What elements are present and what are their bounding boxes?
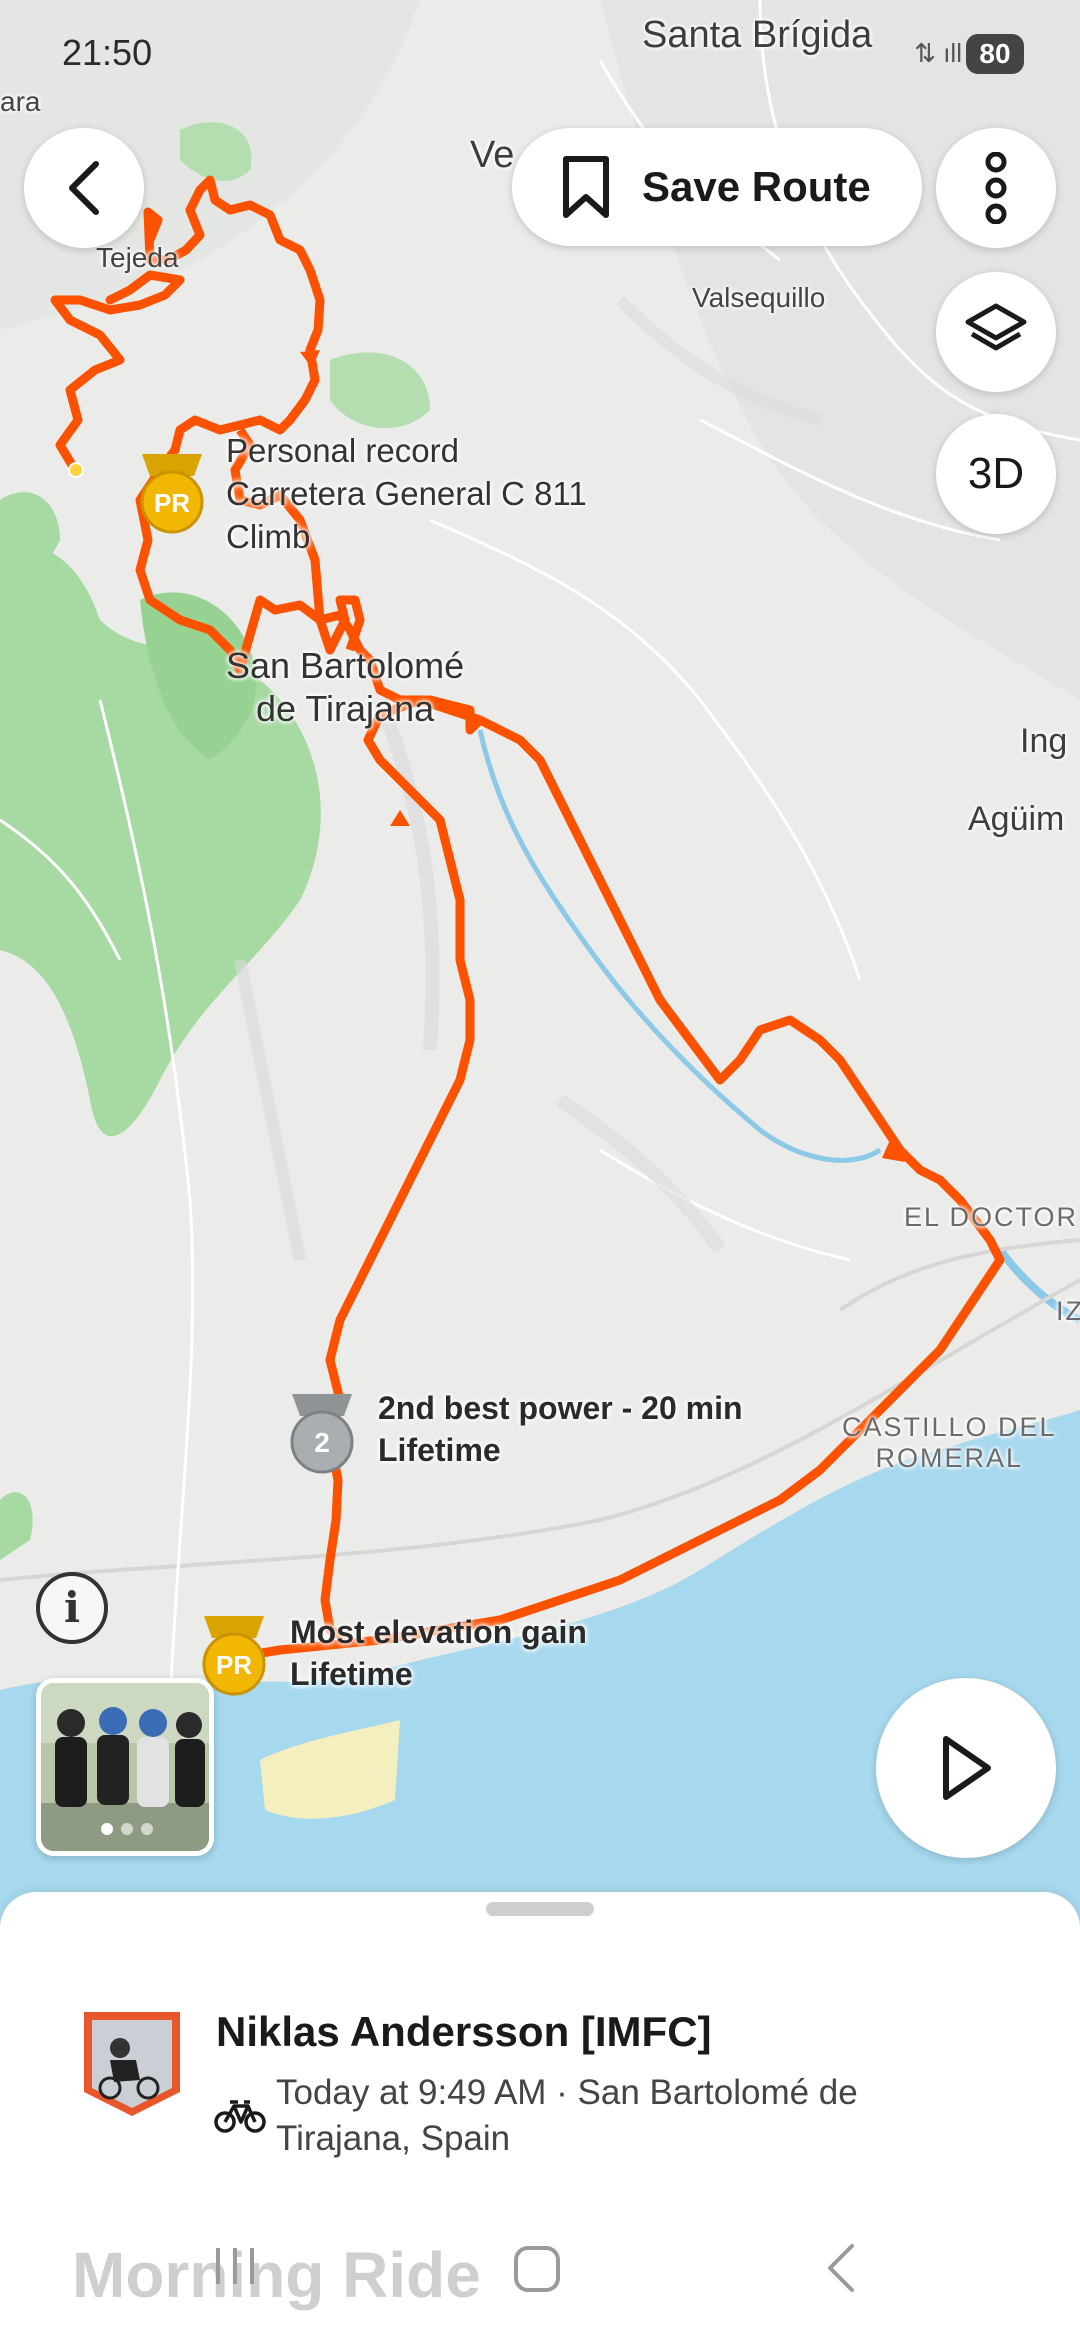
bookmark-icon (563, 156, 609, 218)
achievement-detail: Lifetime (378, 1431, 501, 1468)
layers-icon (965, 303, 1027, 351)
achievement-pr-climb: Personal record Carretera General C 811 … (226, 430, 587, 559)
place-el-doctoral: EL DOCTOR (904, 1202, 1079, 1232)
athlete-avatar[interactable] (80, 2008, 184, 2120)
save-route-label: Save Route (642, 163, 871, 210)
3d-label: 3D (967, 449, 1025, 498)
achievement-title: 2nd best power - 20 min (378, 1390, 743, 1426)
status-time: 21:50 (62, 32, 153, 73)
more-options-button[interactable] (936, 128, 1056, 248)
map-layers-button[interactable] (936, 272, 1056, 392)
pager-dot (141, 1823, 153, 1835)
play-flyover-button[interactable] (876, 1678, 1056, 1858)
pr-medal-icon[interactable]: PR (134, 450, 210, 536)
more-vertical-icon (985, 152, 1007, 224)
pager-dot (101, 1823, 113, 1835)
3d-view-button[interactable]: 3D (936, 414, 1056, 534)
place-ing: Ing (1020, 722, 1068, 760)
signal-icon: ⇅ ıll (914, 38, 962, 68)
athlete-name[interactable]: Niklas Andersson [IMFC] (216, 2008, 712, 2056)
recent-apps-icon[interactable] (210, 2244, 260, 2288)
place-valsequillo: Valsequillo (692, 282, 826, 313)
info-icon[interactable]: i (36, 1572, 108, 1644)
achievement-title: Most elevation gain (290, 1614, 587, 1650)
place-castillo-del-romeral: CASTILLO DEL ROMERAL (842, 1412, 1057, 1473)
pager-dot (121, 1823, 133, 1835)
second-place-medal-icon[interactable]: 2 (284, 1390, 360, 1476)
second-badge-text: 2 (314, 1427, 330, 1458)
back-button[interactable] (24, 128, 144, 248)
route-map[interactable]: Santa Brígida ara Ve Tejeda Valsequillo … (0, 0, 1080, 1960)
battery-icon: 80 (966, 34, 1024, 74)
pr-badge-text: PR (216, 1650, 252, 1680)
place-iz: IZ (1056, 1296, 1080, 1326)
save-route-button[interactable]: Save Route (512, 128, 922, 246)
sheet-drag-handle[interactable] (486, 1902, 594, 1916)
place-aguim: Agüim (968, 800, 1065, 838)
chevron-left-icon (69, 161, 99, 215)
activity-meta: Today at 9:49 AM · San Bartolomé de Tira… (276, 2073, 858, 2158)
achievement-detail: Carretera General C 811 Climb (226, 474, 587, 555)
achievement-elevation: Most elevation gain Lifetime (290, 1612, 587, 1695)
achievement-best-power: 2nd best power - 20 min Lifetime (378, 1388, 743, 1471)
place-ve: Ve (470, 134, 515, 176)
pr-badge-text: PR (154, 488, 190, 518)
home-icon[interactable] (512, 2244, 562, 2294)
activity-title[interactable]: Morning Ride (72, 2238, 481, 2312)
activity-screen: Santa Brígida ara Ve Tejeda Valsequillo … (0, 0, 1080, 2340)
activity-photo-thumbnail[interactable] (36, 1678, 214, 1856)
place-santa-brigida: Santa Brígida (642, 14, 873, 56)
bicycle-icon (214, 2100, 266, 2133)
achievement-title: Personal record (226, 432, 459, 469)
play-icon (943, 1736, 991, 1800)
system-back-icon[interactable] (822, 2242, 858, 2294)
photo-pager (101, 1823, 153, 1835)
achievement-detail: Lifetime (290, 1655, 413, 1692)
place-tejeda: Tejeda (96, 242, 179, 273)
place-san-bartolome: San Bartolomé de Tirajana (226, 645, 465, 730)
place-ara: ara (0, 86, 41, 117)
